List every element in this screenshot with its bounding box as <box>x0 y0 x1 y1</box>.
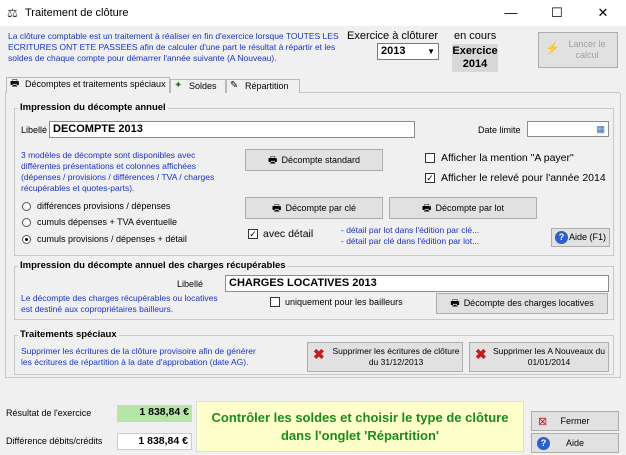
supprimer-an-label: Supprimer les A Nouveaux du 01/01/2014 <box>493 346 605 367</box>
aide-f1-label: Aide (F1) <box>568 232 606 242</box>
delete-icon: ✖ <box>475 346 487 362</box>
difference-value: 1 838,84 € <box>117 433 192 450</box>
detail-cle-link[interactable]: - détail par clé dans l'édition par lot.… <box>341 236 479 246</box>
exercice-select[interactable]: 2013 ▼ <box>377 43 439 60</box>
decompte-par-cle-button[interactable]: 🖶 Décompte par clé <box>245 197 383 219</box>
releve-label: Afficher le relevé pour l'année 2014 <box>441 172 606 184</box>
bailleurs-label: uniquement pour les bailleurs <box>285 297 403 307</box>
releve-checkbox[interactable]: ✓ <box>425 173 435 183</box>
exit-icon: ⊠ <box>538 416 548 428</box>
info-message: Contrôler les soldes et choisir le type … <box>196 401 524 452</box>
supprimer-cloture-button[interactable]: ✖ Supprimer les écritures de clôture du … <box>307 342 463 372</box>
exercice-value: 2013 <box>381 45 406 57</box>
en-cours-label: en cours <box>454 30 497 42</box>
chevron-down-icon: ▼ <box>427 47 435 56</box>
decompte-standard-label: Décompte standard <box>281 155 360 165</box>
pencil-icon: ✎ <box>230 80 239 91</box>
decompte-par-cle-label: Décompte par clé <box>285 203 356 213</box>
delete-icon: ✖ <box>313 346 325 362</box>
app-icon: ⚖ <box>7 6 18 20</box>
charges-libelle-input[interactable]: CHARGES LOCATIVES 2013 <box>225 275 609 292</box>
libelle-input[interactable]: DECOMPTE 2013 <box>49 121 415 138</box>
tab-soldes[interactable]: ✦ Soldes <box>170 79 226 93</box>
radio-cumuls-tva-label: cumuls dépenses + TVA éventuelle <box>37 217 178 227</box>
charges-libelle-label: Libellé <box>177 279 204 289</box>
help-icon: ? <box>555 231 568 244</box>
tab-repartition-label: Répartition <box>245 81 289 91</box>
fermer-button[interactable]: ⊠ Fermer <box>531 411 619 431</box>
exercice-label: Exercice à clôturer <box>347 30 439 42</box>
maximize-button[interactable]: ☐ <box>534 0 580 26</box>
fermer-label: Fermer <box>560 416 590 426</box>
balance-icon: ✦ <box>174 80 183 91</box>
detail-lot-link[interactable]: - détail par lot dans l'édition par clé.… <box>341 225 479 235</box>
printer-icon: 🖶 <box>10 78 20 89</box>
charges-description: Le décompte des charges récupérables ou … <box>21 293 218 314</box>
close-window-button[interactable]: ✕ <box>580 0 626 26</box>
resultat-value: 1 838,84 € <box>117 405 192 422</box>
decompte-par-lot-label: Décompte par lot <box>435 203 504 213</box>
avec-detail-checkbox[interactable]: ✓ <box>248 229 258 239</box>
aide-f1-button[interactable]: ? Aide (F1) <box>551 228 610 247</box>
bailleurs-checkbox[interactable] <box>270 297 280 307</box>
radio-cumuls-detail-label: cumuls provisions / dépenses + détail <box>37 234 187 244</box>
a-payer-label: Afficher la mention "A payer" <box>441 152 574 164</box>
intro-text: La clôture comptable est un traitement à… <box>8 31 339 63</box>
radio-cumuls-tva[interactable] <box>22 218 31 227</box>
calendar-icon: ▦ <box>596 124 605 134</box>
tab-decomptes-label: Décomptes et traitements spéciaux <box>25 79 166 89</box>
charges-recup-title: Impression du décompte annuel des charge… <box>18 260 288 271</box>
tab-repartition[interactable]: ✎ Répartition <box>226 79 300 93</box>
minimize-button[interactable]: — <box>488 0 534 26</box>
difference-label: Différence débits/crédits <box>6 436 103 446</box>
supprimer-an-button[interactable]: ✖ Supprimer les A Nouveaux du 01/01/2014 <box>469 342 609 372</box>
radio-cumuls-detail[interactable] <box>22 235 31 244</box>
date-limite-input[interactable]: ▦ <box>527 121 609 137</box>
tab-decomptes[interactable]: 🖶 Décomptes et traitements spéciaux <box>6 77 170 94</box>
decompte-annuel-title: Impression du décompte annuel <box>18 102 168 113</box>
traitements-description: Supprimer les écritures de la clôture pr… <box>21 346 256 367</box>
decompte-charges-label: Décompte des charges locatives <box>463 298 594 308</box>
radio-differences[interactable] <box>22 202 31 211</box>
a-payer-checkbox[interactable] <box>425 153 435 163</box>
libelle-label: Libellé <box>21 125 48 135</box>
radio-differences-label: différences provisions / dépenses <box>37 201 171 211</box>
lancer-calcul-label: Lancer le calcul <box>568 39 606 60</box>
supprimer-cloture-label: Supprimer les écritures de clôture du 31… <box>332 346 460 367</box>
printer-icon: 🖶 <box>272 203 282 214</box>
printer-icon: 🖶 <box>422 203 432 214</box>
printer-icon: 🖶 <box>268 155 278 166</box>
window-title: Traitement de clôture <box>25 7 129 19</box>
date-limite-label: Date limite <box>478 125 521 135</box>
traitements-title: Traitements spéciaux <box>18 329 119 340</box>
decompte-standard-button[interactable]: 🖶 Décompte standard <box>245 149 383 171</box>
help-icon: ? <box>537 437 550 450</box>
decompte-charges-button[interactable]: 🖶 Décompte des charges locatives <box>436 293 608 314</box>
decompte-description: 3 modèles de décompte sont disponibles a… <box>21 150 215 193</box>
resultat-label: Résultat de l'exercice <box>6 408 92 418</box>
calculator-icon: ⚡ <box>545 41 560 55</box>
tab-soldes-label: Soldes <box>189 81 217 91</box>
lancer-calcul-button[interactable]: ⚡ Lancer le calcul <box>538 32 618 68</box>
aide-button[interactable]: ? Aide <box>531 433 619 453</box>
printer-icon: 🖶 <box>450 298 460 309</box>
avec-detail-label: avec détail <box>263 228 314 240</box>
title-bar: ⚖ Traitement de clôture — ☐ ✕ <box>0 0 626 26</box>
aide-label: Aide <box>565 438 584 448</box>
decompte-par-lot-button[interactable]: 🖶 Décompte par lot <box>389 197 537 219</box>
en-cours-value: Exercice 2014 <box>452 44 498 72</box>
